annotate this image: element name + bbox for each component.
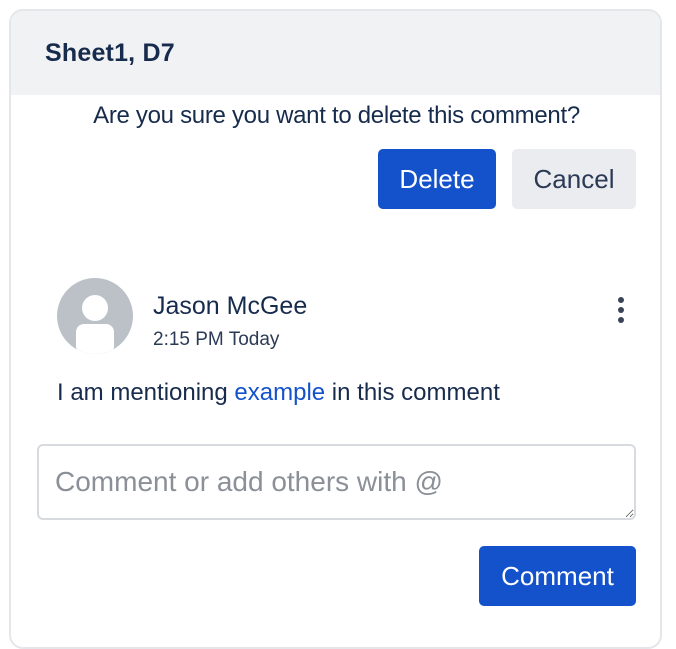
cancel-button[interactable]: Cancel (512, 149, 636, 209)
delete-button[interactable]: Delete (378, 149, 496, 209)
mention-link[interactable]: example (234, 379, 325, 406)
comment-author: Jason McGee (153, 292, 308, 320)
user-avatar-icon (57, 278, 133, 354)
comment-text: I am mentioning example in this comment (57, 379, 500, 407)
delete-confirm-message: Are you sure you want to delete this com… (93, 102, 580, 129)
comment-timestamp: 2:15 PM Today (153, 329, 280, 350)
more-vertical-icon[interactable] (607, 293, 635, 333)
comment-text-before: I am mentioning (57, 379, 235, 406)
cell-reference-title: Sheet1, D7 (45, 39, 175, 67)
comment-text-after: in this comment (325, 379, 500, 406)
panel-header: Sheet1, D7 (11, 11, 660, 95)
comment-input[interactable] (37, 444, 636, 520)
comment-submit-button[interactable]: Comment (479, 546, 636, 606)
comment-panel: Sheet1, D7 Are you sure you want to dele… (9, 9, 662, 649)
